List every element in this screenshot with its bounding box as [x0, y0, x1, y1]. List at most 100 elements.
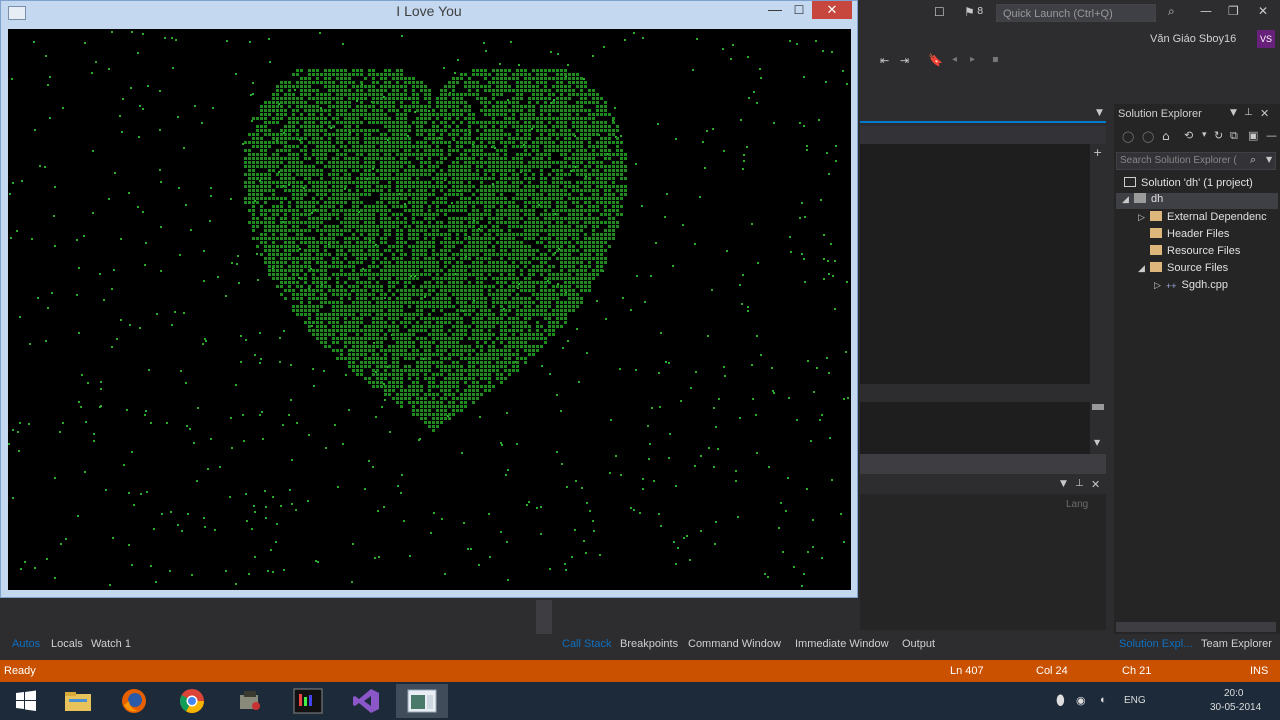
solution-explorer-close-icon[interactable]: ✕ — [1260, 107, 1269, 120]
sync-dropdown-icon[interactable]: ▾ — [1202, 130, 1207, 140]
tab-output[interactable]: Output — [902, 638, 935, 650]
properties-icon[interactable]: — — [1266, 129, 1277, 142]
solution-explorer-scrollbar[interactable] — [1116, 622, 1276, 632]
quick-launch-input[interactable]: Quick Launch (Ctrl+Q) — [996, 4, 1156, 22]
next-bookmark-icon[interactable]: ▸ — [970, 54, 975, 65]
solution-explorer-dropdown-icon[interactable]: ▼ — [1230, 108, 1237, 118]
code-editor[interactable] — [860, 144, 1090, 384]
tree-item-label: Resource Files — [1167, 245, 1241, 257]
installer-icon — [240, 691, 260, 710]
status-char: Ch 21 — [1122, 665, 1152, 677]
input-language[interactable]: ENG — [1124, 695, 1146, 706]
refresh-icon[interactable]: ↻ — [1214, 129, 1223, 142]
tree-item-source-files[interactable]: ◢ Source Files — [1138, 262, 1228, 274]
maximize-button[interactable]: ☐ — [788, 0, 810, 20]
tab-watch-1[interactable]: Watch 1 — [91, 638, 131, 650]
chrome-icon — [179, 689, 204, 714]
tab-immediate-window[interactable]: Immediate Window — [795, 638, 889, 650]
volume-icon[interactable]: ◐ — [1100, 694, 1107, 706]
collapse-all-icon[interactable]: ⧉ — [1230, 129, 1238, 143]
debug-tabs-middle: Call Stack Breakpoints Command Window Im… — [556, 634, 1112, 656]
notification-flag-icon[interactable]: ⚑ — [964, 5, 975, 19]
window-title: I Love You — [396, 3, 462, 19]
back-icon[interactable]: ◯ — [1122, 130, 1134, 143]
panel-pin-icon[interactable]: ⊥ — [1075, 478, 1084, 489]
bookmark-icon[interactable]: 🔖 — [928, 53, 943, 67]
outdent-icon[interactable]: ⇤ — [880, 54, 889, 67]
windows-start-icon — [16, 690, 36, 711]
minimize-button[interactable]: — — [764, 0, 786, 20]
taskbar-chrome[interactable] — [166, 684, 218, 718]
restore-vs-icon[interactable]: ❐ — [1228, 4, 1239, 18]
solution-search-icon[interactable]: ⌕ — [1250, 153, 1256, 167]
tree-item-solution[interactable]: Solution 'dh' (1 project) — [1124, 177, 1253, 189]
user-avatar[interactable]: VS — [1257, 30, 1275, 48]
expanded-arrow-icon[interactable]: ◢ — [1138, 264, 1150, 274]
prev-bookmark-icon[interactable]: ◂ — [952, 54, 957, 65]
tab-call-stack[interactable]: Call Stack — [562, 638, 612, 650]
editor-horizontal-scrollbar[interactable] — [860, 454, 1106, 474]
clock-time[interactable]: 20:0 — [1224, 688, 1243, 699]
solution-icon — [1124, 177, 1136, 187]
sync-icon[interactable]: ⟲ — [1184, 129, 1193, 142]
close-vs-icon[interactable]: ✕ — [1258, 4, 1268, 18]
split-editor-icon[interactable]: + — [1093, 146, 1102, 159]
editor-navigation-bar[interactable] — [860, 126, 1106, 144]
tab-autos[interactable]: Autos — [12, 638, 40, 650]
notification-area-icon[interactable]: ⬮ — [1056, 692, 1065, 709]
folder-icon — [1150, 262, 1162, 272]
search-icon[interactable]: ⌕ — [1168, 4, 1175, 19]
solution-search-dropdown-icon[interactable]: ▼ — [1266, 155, 1272, 164]
taskbar-file-explorer[interactable] — [52, 684, 104, 718]
taskbar-installer[interactable] — [224, 684, 276, 718]
forward-icon[interactable]: ◯ — [1142, 130, 1154, 143]
feedback-icon[interactable]: ☐ — [934, 5, 945, 19]
tree-item-project[interactable]: ◢ dh — [1116, 193, 1278, 209]
panel-splitter[interactable] — [536, 600, 552, 634]
collapsed-arrow-icon[interactable]: ▷ — [1138, 213, 1150, 223]
tab-team-explorer[interactable]: Team Explorer — [1201, 638, 1272, 650]
tree-item-external-dependencies[interactable]: ▷ External Dependenc — [1138, 211, 1267, 223]
panel-close-icon[interactable]: ✕ — [1091, 478, 1100, 491]
tab-locals[interactable]: Locals — [51, 638, 83, 650]
tab-breakpoints[interactable]: Breakpoints — [620, 638, 678, 650]
show-all-files-icon[interactable]: ▣ — [1248, 129, 1258, 142]
explorer-tabs: Solution Expl... Team Explorer — [1114, 634, 1280, 656]
taskbar-visual-studio[interactable] — [340, 684, 392, 718]
home-icon[interactable]: ⌂ — [1162, 129, 1170, 143]
panel-dropdown-icon[interactable]: ▼ — [1060, 479, 1067, 489]
close-button[interactable]: ✕ — [812, 1, 852, 19]
indent-icon[interactable]: ⇥ — [900, 54, 909, 67]
tree-item-header-files[interactable]: Header Files — [1150, 228, 1229, 240]
taskbar-console-app[interactable] — [396, 684, 448, 718]
status-column: Col 24 — [1036, 665, 1068, 677]
code-editor-lower[interactable] — [860, 402, 1090, 454]
tab-command-window[interactable]: Command Window — [688, 638, 781, 650]
minimize-vs-icon[interactable]: — — [1200, 4, 1212, 18]
scroll-thumb[interactable] — [1092, 404, 1104, 410]
start-button[interactable] — [0, 684, 52, 718]
console-app-icon — [407, 689, 437, 713]
tab-dropdown-icon[interactable]: ▼ — [1096, 108, 1103, 118]
taskbar-terminal[interactable] — [282, 684, 334, 718]
solution-explorer-toolbar: ◯ ◯ ⌂ ⟲ ▾ ↻ ⧉ ▣ — — [1116, 126, 1278, 148]
scroll-down-icon[interactable]: ▼ — [1094, 438, 1100, 447]
user-name[interactable]: Văn Giáo Sboy16 — [1150, 33, 1236, 45]
taskbar-firefox[interactable] — [108, 684, 160, 718]
clock-date[interactable]: 30-05-2014 — [1210, 702, 1261, 713]
output-panel — [860, 494, 1106, 630]
status-bar: Ready Ln 407 Col 24 Ch 21 INS — [0, 660, 1280, 682]
tree-item-label: Sgdh.cpp — [1181, 279, 1228, 291]
clear-bookmarks-icon[interactable]: ▪ — [992, 54, 999, 65]
expanded-arrow-icon[interactable]: ◢ — [1122, 195, 1134, 205]
tree-item-label: Source Files — [1167, 262, 1229, 274]
collapsed-arrow-icon[interactable]: ▷ — [1154, 281, 1166, 291]
cpp-file-icon: ++ — [1166, 281, 1177, 291]
solution-explorer-pin-icon[interactable]: ⊥ — [1244, 107, 1253, 118]
tab-solution-explorer[interactable]: Solution Expl... — [1119, 638, 1192, 650]
network-icon[interactable]: ◉ — [1076, 694, 1086, 707]
tree-item-resource-files[interactable]: Resource Files — [1150, 245, 1240, 257]
tree-item-sgdh-cpp[interactable]: ▷ ++ Sgdh.cpp — [1154, 279, 1228, 291]
folder-icon — [1150, 211, 1162, 221]
status-insert-mode: INS — [1250, 665, 1269, 677]
